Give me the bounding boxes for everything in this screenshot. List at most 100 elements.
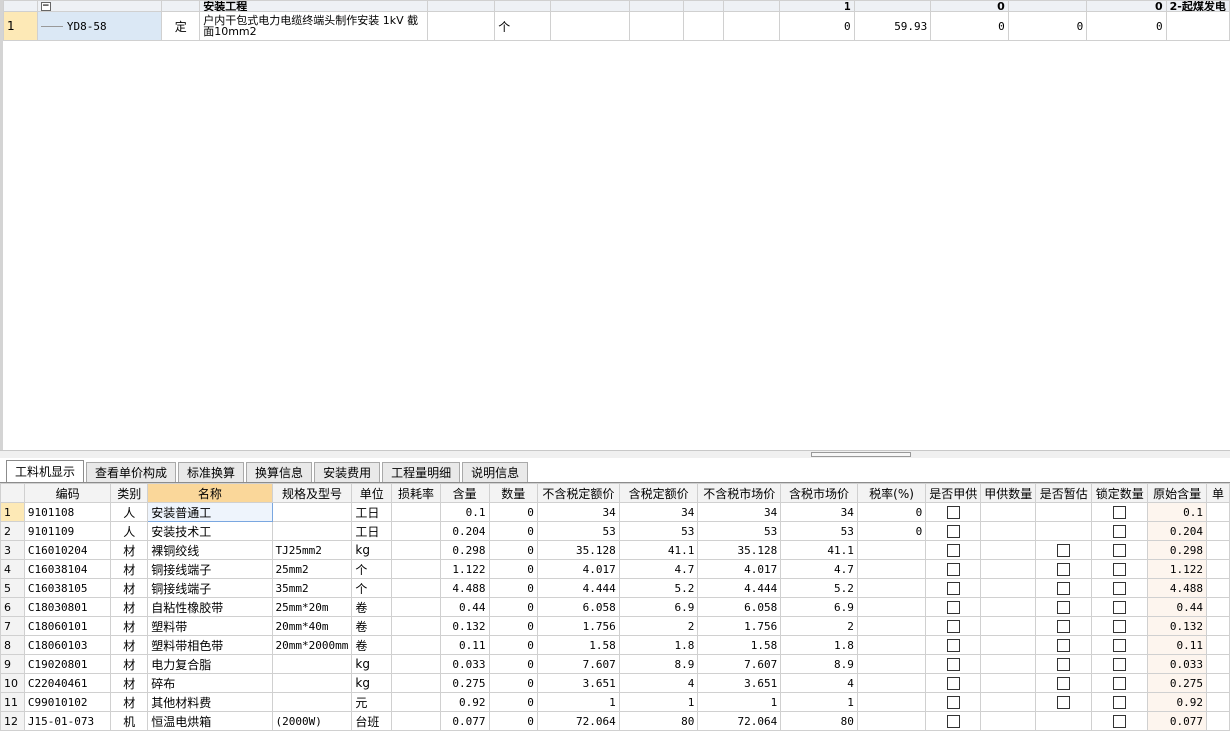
material-code[interactable]: 9101109 xyxy=(23,521,112,541)
quota-price-incl-tax[interactable]: 6.9 xyxy=(618,597,699,617)
lock-qty-checkbox[interactable] xyxy=(1113,677,1127,690)
quota-price-incl-tax[interactable]: 34 xyxy=(618,502,699,522)
material-unit[interactable]: 台班 xyxy=(351,711,393,731)
material-loss-rate[interactable] xyxy=(391,673,441,693)
owner-supplied-qty[interactable] xyxy=(980,635,1037,655)
material-spec[interactable]: TJ25mm2 xyxy=(271,540,353,560)
owner-supplied-checkbox[interactable] xyxy=(946,506,960,519)
provisional-checkbox[interactable] xyxy=(1057,563,1071,576)
provisional-checkbox[interactable] xyxy=(1057,677,1071,690)
provisional-checkbox[interactable] xyxy=(1057,696,1071,709)
material-row[interactable]: 3 C16010204 材 裸铜绞线 TJ25mm2 kg 0.298 0 35… xyxy=(0,540,1230,560)
material-loss-rate[interactable] xyxy=(391,540,441,560)
col-owner-supplied-qty[interactable]: 甲供数量 xyxy=(980,483,1037,503)
provisional-checkbox[interactable] xyxy=(1057,601,1071,614)
tab-install-fee[interactable]: 安装费用 xyxy=(314,462,381,482)
tab-standard-conversion[interactable]: 标准换算 xyxy=(178,462,245,482)
quota-name[interactable]: 户内干包式电力电缆终端头制作安装 1kV 截面10mm2 xyxy=(199,11,428,41)
market-price-excl-tax[interactable]: 72.064 xyxy=(697,711,782,731)
quota-price-excl-tax[interactable]: 4.017 xyxy=(536,559,620,579)
tax-rate[interactable] xyxy=(856,635,927,655)
provisional-checkbox[interactable] xyxy=(1057,620,1071,633)
market-price-incl-tax[interactable]: 1 xyxy=(780,692,858,712)
material-category[interactable]: 材 xyxy=(110,578,149,598)
market-price-incl-tax[interactable]: 41.1 xyxy=(780,540,858,560)
tax-rate[interactable] xyxy=(856,597,927,617)
tax-rate[interactable] xyxy=(856,692,927,712)
quota-price-incl-tax[interactable]: 4 xyxy=(618,673,699,693)
material-content[interactable]: 0.132 xyxy=(439,616,490,636)
material-quantity[interactable]: 0 xyxy=(488,673,538,693)
material-loss-rate[interactable] xyxy=(391,616,441,636)
quota-price-incl-tax[interactable]: 80 xyxy=(618,711,699,731)
material-content[interactable]: 0.11 xyxy=(439,635,490,655)
quota-unit[interactable]: 个 xyxy=(494,11,551,41)
tab-unit-price-composition[interactable]: 查看单价构成 xyxy=(86,462,177,482)
market-price-excl-tax[interactable]: 1 xyxy=(697,692,782,712)
quota-price-excl-tax[interactable]: 34 xyxy=(536,502,620,522)
col-market-price-incl-tax[interactable]: 含税市场价 xyxy=(780,483,858,503)
material-unit[interactable]: 元 xyxy=(351,692,393,712)
material-spec[interactable] xyxy=(271,654,353,674)
material-content[interactable]: 0.275 xyxy=(439,673,490,693)
tab-conversion-info[interactable]: 换算信息 xyxy=(246,462,313,482)
tax-rate[interactable]: 0 xyxy=(856,502,927,522)
lock-qty-checkbox[interactable] xyxy=(1113,715,1127,728)
market-price-incl-tax[interactable]: 1.8 xyxy=(780,635,858,655)
quota-price-incl-tax[interactable]: 1.8 xyxy=(618,635,699,655)
material-name[interactable]: 铜接线端子 xyxy=(147,559,273,579)
material-code[interactable]: C22040461 xyxy=(23,673,112,693)
material-category[interactable]: 材 xyxy=(110,635,149,655)
quota-price-incl-tax[interactable]: 8.9 xyxy=(618,654,699,674)
material-name[interactable]: 塑料带相色带 xyxy=(147,635,273,655)
quota-row[interactable]: 1 YD8-58 定 户内干包式电力电缆终端头制作安装 1kV 截面10mm2 … xyxy=(3,11,1230,41)
quota-price-excl-tax[interactable]: 1.58 xyxy=(536,635,620,655)
material-unit[interactable]: 卷 xyxy=(351,597,393,617)
col-content[interactable]: 含量 xyxy=(439,483,490,503)
material-name[interactable]: 自粘性橡胶带 xyxy=(147,597,273,617)
material-code[interactable]: J15-01-073 xyxy=(23,711,112,731)
tax-rate[interactable] xyxy=(856,616,927,636)
lock-qty-checkbox[interactable] xyxy=(1113,582,1127,595)
provisional-checkbox[interactable] xyxy=(1057,544,1071,557)
col-quota-price-excl-tax[interactable]: 不含税定额价 xyxy=(536,483,620,503)
material-content[interactable]: 0.204 xyxy=(439,521,490,541)
material-quantity[interactable]: 0 xyxy=(488,654,538,674)
material-quantity[interactable]: 0 xyxy=(488,540,538,560)
material-spec[interactable] xyxy=(271,692,353,712)
owner-supplied-qty[interactable] xyxy=(980,597,1037,617)
market-price-excl-tax[interactable]: 3.651 xyxy=(697,673,782,693)
material-code[interactable]: C16038104 xyxy=(23,559,112,579)
material-spec[interactable] xyxy=(271,521,353,541)
material-loss-rate[interactable] xyxy=(391,635,441,655)
tax-rate[interactable] xyxy=(856,673,927,693)
material-unit[interactable]: kg xyxy=(351,654,393,674)
material-name[interactable]: 安装技术工 xyxy=(147,521,273,541)
material-category[interactable]: 材 xyxy=(110,673,149,693)
owner-supplied-qty[interactable] xyxy=(980,654,1037,674)
owner-supplied-qty[interactable] xyxy=(980,578,1037,598)
material-loss-rate[interactable] xyxy=(391,692,441,712)
owner-supplied-checkbox[interactable] xyxy=(946,658,960,671)
market-price-excl-tax[interactable]: 53 xyxy=(697,521,782,541)
material-code[interactable]: C18060103 xyxy=(23,635,112,655)
quota-price-incl-tax[interactable]: 5.2 xyxy=(618,578,699,598)
material-code[interactable]: C19020801 xyxy=(23,654,112,674)
quota-price-incl-tax[interactable]: 4.7 xyxy=(618,559,699,579)
col-spec[interactable]: 规格及型号 xyxy=(271,483,353,503)
quota-price-incl-tax[interactable]: 1 xyxy=(618,692,699,712)
material-category[interactable]: 机 xyxy=(110,711,149,731)
owner-supplied-checkbox[interactable] xyxy=(946,582,960,595)
material-row[interactable]: 4 C16038104 材 铜接线端子 25mm2 个 1.122 0 4.01… xyxy=(0,559,1230,579)
market-price-incl-tax[interactable]: 4 xyxy=(780,673,858,693)
material-code[interactable]: 9101108 xyxy=(23,502,112,522)
material-code[interactable]: C18060101 xyxy=(23,616,112,636)
material-content[interactable]: 4.488 xyxy=(439,578,490,598)
material-category[interactable]: 材 xyxy=(110,597,149,617)
material-code[interactable]: C16038105 xyxy=(23,578,112,598)
tax-rate[interactable] xyxy=(856,559,927,579)
material-name[interactable]: 安装普通工 xyxy=(147,502,273,522)
material-spec[interactable]: (2000W) xyxy=(271,711,353,731)
lock-qty-checkbox[interactable] xyxy=(1113,639,1127,652)
material-name[interactable]: 碎布 xyxy=(147,673,273,693)
